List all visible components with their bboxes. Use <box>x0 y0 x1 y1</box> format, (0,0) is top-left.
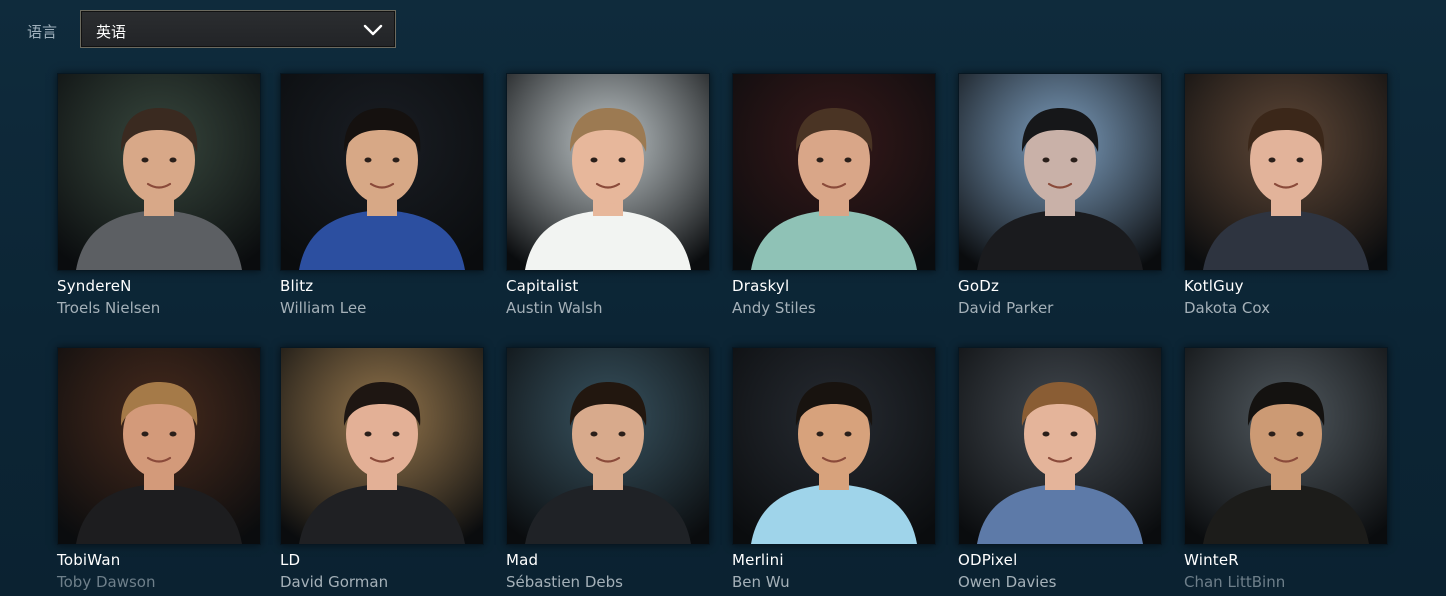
portrait-image <box>1185 74 1387 270</box>
caster-photo <box>280 347 484 545</box>
portrait-image <box>733 348 935 544</box>
caster-real-name: Andy Stiles <box>732 299 816 317</box>
caster-card-odpixel[interactable]: ODPixel Owen Davies <box>958 347 1162 591</box>
caster-photo <box>958 347 1162 545</box>
caster-card-kotlguy[interactable]: KotlGuy Dakota Cox <box>1184 73 1388 317</box>
portrait-image <box>733 74 935 270</box>
caster-real-name: William Lee <box>280 299 367 317</box>
portrait-image <box>507 348 709 544</box>
caster-real-name: Austin Walsh <box>506 299 603 317</box>
caster-handle: TobiWan <box>57 551 121 569</box>
caster-card-winter[interactable]: WinteR Chan LittBinn <box>1184 347 1388 591</box>
caster-real-name: Dakota Cox <box>1184 299 1270 317</box>
caster-card-mad[interactable]: Mad Sébastien Debs <box>506 347 710 591</box>
portrait-image <box>959 74 1161 270</box>
caster-grid: SyndereN Troels Nielsen Blitz William Lee Ca… <box>0 0 1446 596</box>
caster-real-name: Owen Davies <box>958 573 1057 591</box>
caster-handle: KotlGuy <box>1184 277 1244 295</box>
caster-card-synderen[interactable]: SyndereN Troels Nielsen <box>57 73 261 317</box>
caster-real-name: Ben Wu <box>732 573 790 591</box>
caster-handle: LD <box>280 551 301 569</box>
portrait-image <box>281 348 483 544</box>
portrait-image <box>1185 348 1387 544</box>
caster-photo <box>732 347 936 545</box>
caster-photo <box>57 73 261 271</box>
caster-card-merlini[interactable]: Merlini Ben Wu <box>732 347 936 591</box>
caster-card-blitz[interactable]: Blitz William Lee <box>280 73 484 317</box>
caster-handle: Capitalist <box>506 277 579 295</box>
caster-card-draskyl[interactable]: Draskyl Andy Stiles <box>732 73 936 317</box>
caster-real-name: Sébastien Debs <box>506 573 623 591</box>
caster-handle: WinteR <box>1184 551 1239 569</box>
caster-real-name: Chan LittBinn <box>1184 573 1286 591</box>
caster-handle: Merlini <box>732 551 784 569</box>
caster-photo <box>57 347 261 545</box>
caster-real-name: David Parker <box>958 299 1054 317</box>
caster-handle: Blitz <box>280 277 314 295</box>
caster-real-name: Toby Dawson <box>57 573 156 591</box>
caster-photo <box>958 73 1162 271</box>
portrait-image <box>281 74 483 270</box>
caster-photo <box>506 347 710 545</box>
caster-handle: Draskyl <box>732 277 790 295</box>
caster-photo <box>1184 347 1388 545</box>
caster-photo <box>1184 73 1388 271</box>
caster-photo <box>506 73 710 271</box>
caster-card-ld[interactable]: LD David Gorman <box>280 347 484 591</box>
caster-photo <box>280 73 484 271</box>
caster-real-name: David Gorman <box>280 573 389 591</box>
portrait-image <box>58 348 260 544</box>
portrait-image <box>507 74 709 270</box>
caster-handle: Mad <box>506 551 539 569</box>
caster-handle: ODPixel <box>958 551 1018 569</box>
caster-handle: SyndereN <box>57 277 132 295</box>
caster-real-name: Troels Nielsen <box>57 299 161 317</box>
caster-card-tobiwan[interactable]: TobiWan Toby Dawson <box>57 347 261 591</box>
portrait-image <box>959 348 1161 544</box>
caster-card-capitalist[interactable]: Capitalist Austin Walsh <box>506 73 710 317</box>
caster-card-godz[interactable]: GoDz David Parker <box>958 73 1162 317</box>
caster-photo <box>732 73 936 271</box>
portrait-image <box>58 74 260 270</box>
caster-handle: GoDz <box>958 277 1000 295</box>
